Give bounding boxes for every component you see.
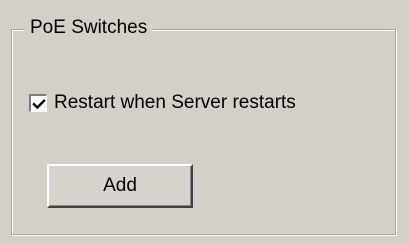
add-button[interactable]: Add <box>47 164 193 208</box>
poe-switches-group-title: PoE Switches <box>25 15 153 41</box>
checkmark-icon <box>31 98 46 109</box>
restart-when-server-restarts-option[interactable]: Restart when Server restarts <box>29 90 296 116</box>
restart-when-server-restarts-label: Restart when Server restarts <box>54 92 296 113</box>
poe-switches-panel: PoE Switches Restart when Server restart… <box>0 0 409 244</box>
restart-when-server-restarts-checkbox[interactable] <box>29 94 47 112</box>
